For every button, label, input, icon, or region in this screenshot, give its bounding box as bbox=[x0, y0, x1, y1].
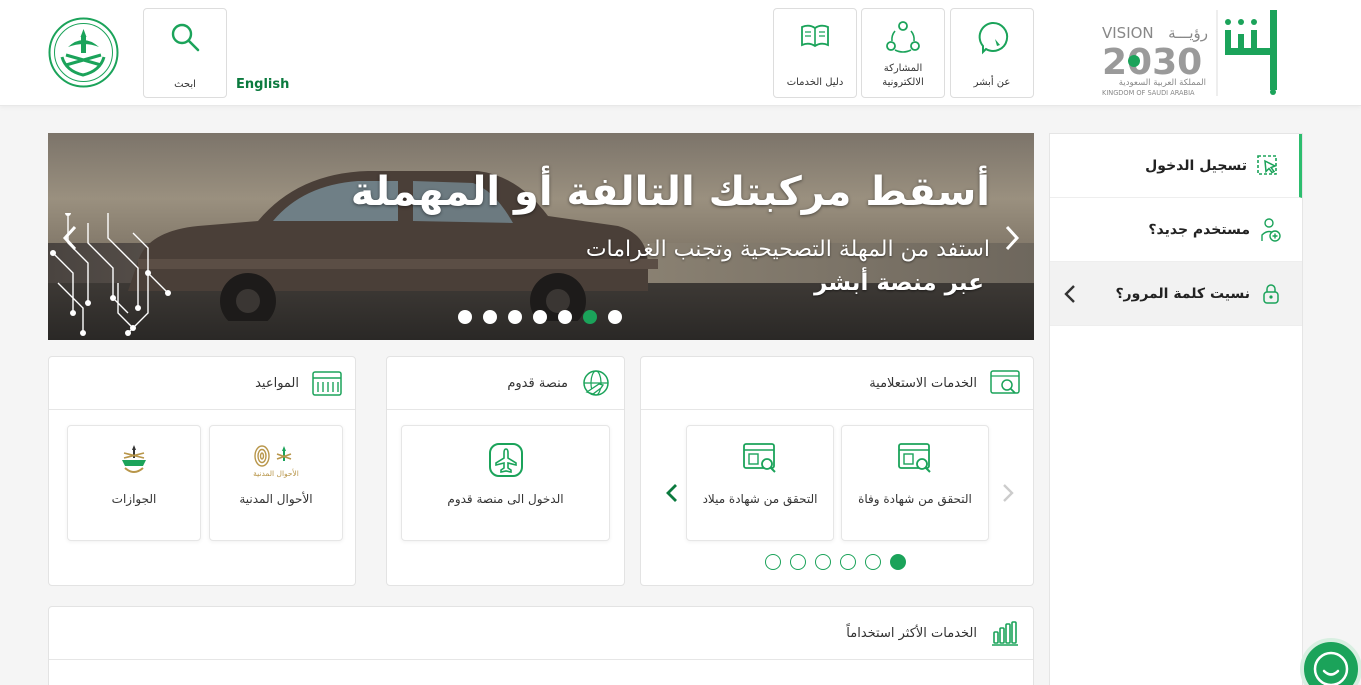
carousel-dot[interactable] bbox=[865, 554, 881, 570]
most-used-header: الخدمات الأكثر استخداماً bbox=[49, 607, 1033, 660]
e-participation-label: المشاركة الالكترونية bbox=[882, 63, 924, 88]
login-label: تسجيل الدخول bbox=[1145, 157, 1247, 174]
death-certificate-tile[interactable]: التحقق من شهادة وفاة bbox=[841, 425, 989, 541]
search-button[interactable]: ابحث bbox=[143, 8, 227, 98]
qudoom-entry-tile[interactable]: الدخول الى منصة قدوم bbox=[401, 425, 610, 541]
qudoom-entry-label: الدخول الى منصة قدوم bbox=[447, 492, 564, 506]
banner-dot[interactable] bbox=[533, 310, 547, 324]
new-user-item[interactable]: مستخدم جديد؟ bbox=[1050, 198, 1302, 262]
lock-icon bbox=[1260, 282, 1282, 306]
svg-text:رؤيـــة: رؤيـــة bbox=[1168, 24, 1208, 42]
absher-logo[interactable] bbox=[1214, 8, 1282, 98]
chevron-left-icon bbox=[1064, 285, 1075, 303]
carousel-dot[interactable] bbox=[765, 554, 781, 570]
english-language-link[interactable]: English bbox=[236, 77, 289, 92]
airplane-icon bbox=[488, 443, 523, 477]
most-used-services-card: الخدمات الأكثر استخداماً bbox=[48, 606, 1034, 685]
new-user-label: مستخدم جديد؟ bbox=[1148, 221, 1250, 238]
qudoom-platform-card: منصة قدوم الدخول الى منصة قدوم bbox=[386, 356, 625, 586]
banner-pagination bbox=[458, 310, 622, 324]
speech-bubble-icon bbox=[978, 21, 1009, 55]
calendar-icon bbox=[311, 368, 343, 398]
services-guide-button[interactable]: دليل الخدمات bbox=[773, 8, 857, 98]
certificate-search-icon bbox=[743, 443, 776, 473]
civil-affairs-label: الأحوال المدنية bbox=[239, 492, 313, 506]
appointments-card-title: المواعيد bbox=[255, 375, 299, 391]
carousel-dot[interactable] bbox=[840, 554, 856, 570]
banner-dot[interactable] bbox=[558, 310, 572, 324]
inquiry-services-card: الخدمات الاستعلامية التحقق من شهادة وفاة… bbox=[640, 356, 1034, 586]
passports-logo bbox=[122, 445, 146, 473]
hero-banner[interactable]: أسقط مركبتك التالفة أو المهملة استفد من … bbox=[48, 133, 1034, 340]
banner-prev-arrow-icon[interactable] bbox=[60, 223, 80, 253]
passports-tile[interactable]: الجوازات bbox=[67, 425, 201, 541]
add-user-icon bbox=[1260, 217, 1282, 242]
banner-dot[interactable] bbox=[458, 310, 472, 324]
bar-chart-icon bbox=[989, 618, 1021, 648]
forgot-password-item[interactable]: نسيت كلمة المرور؟ bbox=[1050, 262, 1302, 326]
about-absher-label: عن أبشر bbox=[973, 77, 1011, 88]
svg-text:الأحوال المدنية: الأحوال المدنية bbox=[253, 468, 299, 478]
qudoom-card-title: منصة قدوم bbox=[507, 375, 568, 391]
about-absher-button[interactable]: عن أبشر bbox=[950, 8, 1034, 98]
chat-assistant-button[interactable] bbox=[1300, 638, 1361, 685]
services-guide-label: دليل الخدمات bbox=[786, 77, 844, 88]
carousel-dot-active[interactable] bbox=[890, 554, 906, 570]
banner-headline: أسقط مركبتك التالفة أو المهملة bbox=[350, 169, 990, 215]
banner-dot[interactable] bbox=[608, 310, 622, 324]
forgot-password-label: نسيت كلمة المرور؟ bbox=[1115, 285, 1250, 302]
passports-label: الجوازات bbox=[111, 492, 157, 506]
banner-dot[interactable] bbox=[483, 310, 497, 324]
birth-certificate-tile[interactable]: التحقق من شهادة ميلاد bbox=[686, 425, 834, 541]
civil-affairs-tile[interactable]: الأحوال المدنية الأحوال المدنية bbox=[209, 425, 343, 541]
search-label: ابحث bbox=[174, 79, 196, 90]
login-panel: تسجيل الدخول مستخدم جديد؟ نسيت كلمة المر… bbox=[1049, 133, 1303, 685]
svg-text:2030: 2030 bbox=[1102, 42, 1202, 83]
login-cursor-icon bbox=[1257, 154, 1279, 178]
carousel-dot[interactable] bbox=[790, 554, 806, 570]
svg-text:المملكة العربية السعودية: المملكة العربية السعودية bbox=[1119, 78, 1206, 88]
smiley-chat-icon bbox=[1313, 651, 1349, 685]
vision-2030-logo: VISION رؤيـــة 2030 المملكة العربية السع… bbox=[1100, 20, 1210, 98]
certificate-search-icon bbox=[898, 443, 931, 473]
appointments-card-header: المواعيد bbox=[49, 357, 355, 410]
e-participation-button[interactable]: المشاركة الالكترونية bbox=[861, 8, 945, 98]
inquiry-card-title: الخدمات الاستعلامية bbox=[869, 375, 977, 391]
search-icon bbox=[171, 23, 200, 52]
birth-certificate-label: التحقق من شهادة ميلاد bbox=[702, 492, 818, 506]
banner-subtitle: استفد من المهلة التصحيحية وتجنب الغرامات bbox=[585, 237, 990, 262]
ministry-emblem-logo[interactable] bbox=[48, 17, 119, 88]
banner-dot-active[interactable] bbox=[583, 310, 597, 324]
civil-affairs-logo: الأحوال المدنية bbox=[253, 445, 299, 478]
banner-dot[interactable] bbox=[508, 310, 522, 324]
carousel-dot[interactable] bbox=[815, 554, 831, 570]
network-users-icon bbox=[886, 21, 920, 53]
carousel-prev-icon[interactable] bbox=[665, 482, 679, 504]
most-used-title: الخدمات الأكثر استخداماً bbox=[846, 625, 977, 641]
login-item[interactable]: تسجيل الدخول bbox=[1050, 134, 1302, 198]
inquiry-pagination bbox=[765, 554, 906, 570]
inquiry-card-header: الخدمات الاستعلامية bbox=[641, 357, 1033, 410]
globe-plane-icon bbox=[580, 368, 612, 398]
carousel-next-disabled-icon[interactable] bbox=[1001, 482, 1015, 504]
svg-text:VISION: VISION bbox=[1102, 24, 1154, 42]
svg-text:KINGDOM OF SAUDI ARABIA: KINGDOM OF SAUDI ARABIA bbox=[1102, 89, 1195, 97]
book-icon bbox=[801, 24, 829, 48]
banner-next-arrow-icon[interactable] bbox=[1002, 223, 1022, 253]
death-certificate-label: التحقق من شهادة وفاة bbox=[858, 492, 972, 506]
qudoom-card-header: منصة قدوم bbox=[387, 357, 624, 410]
banner-subtitle-bold: عبر منصة أبشر bbox=[814, 270, 984, 296]
appointments-card: المواعيد الأحوال المدنية الأحوال المدنية… bbox=[48, 356, 356, 586]
search-document-icon bbox=[989, 368, 1021, 398]
site-header: ابحث English دليل الخدمات المشاركة الالك… bbox=[0, 0, 1361, 106]
